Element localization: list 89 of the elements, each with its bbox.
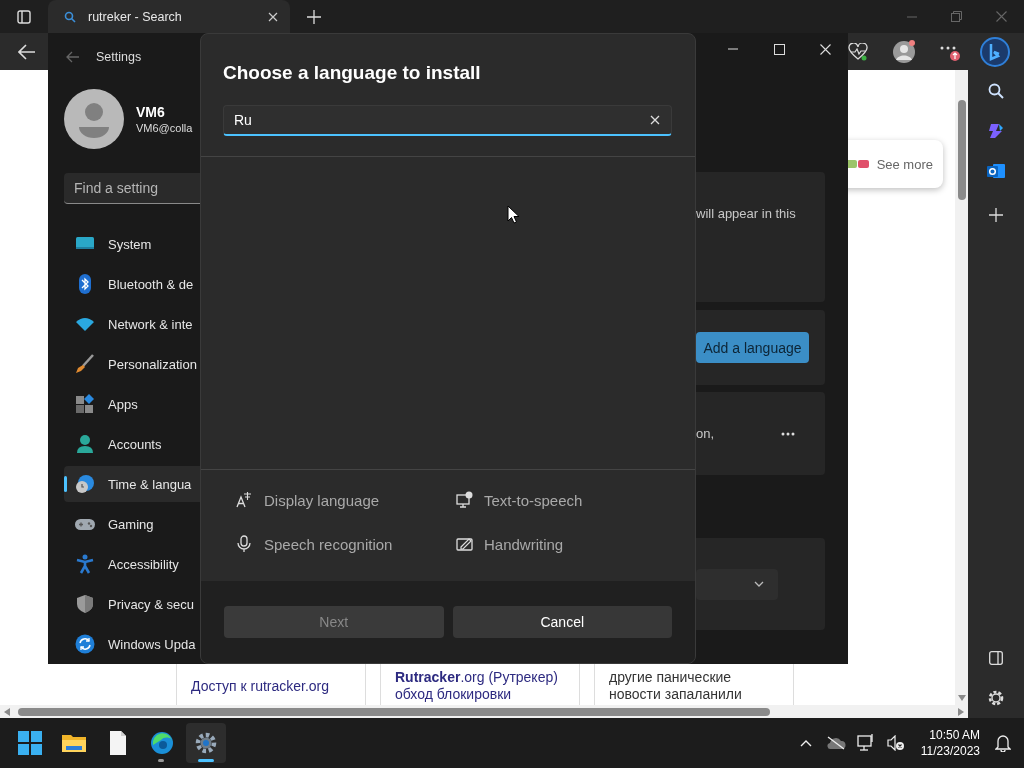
- nav-item[interactable]: Gaming: [64, 506, 200, 542]
- brush-icon: [75, 354, 95, 374]
- nav-item[interactable]: Bluetooth & de: [64, 266, 200, 302]
- search-icon: [64, 10, 76, 23]
- tabs-icon: [17, 9, 31, 24]
- browser-tab[interactable]: rutreker - Search: [48, 0, 290, 33]
- scrollbar-thumb[interactable]: [957, 100, 966, 200]
- search-icon: [988, 83, 1004, 99]
- microphone-icon: [236, 535, 253, 553]
- bell-icon: [995, 734, 1011, 752]
- user-email: VM6@colla: [136, 122, 193, 134]
- horizontal-scrollbar[interactable]: [0, 705, 968, 718]
- browser-icon: [150, 731, 174, 755]
- more-icon: [781, 431, 795, 436]
- secondary-button[interactable]: Cancel: [452, 606, 672, 638]
- chevron-up-icon: [799, 739, 812, 747]
- maximize-icon: [773, 43, 785, 55]
- feature-label: Display language: [264, 491, 380, 509]
- chevron-down-icon: [754, 581, 764, 587]
- nav-item[interactable]: System: [64, 226, 200, 262]
- taskbar-app-button[interactable]: [186, 723, 226, 763]
- close-icon[interactable]: [268, 11, 278, 22]
- clock-button[interactable]: 10:50 AM 11/23/2023: [910, 723, 988, 763]
- scroll-left-icon[interactable]: [4, 707, 10, 716]
- nav-item[interactable]: Time & langua: [64, 466, 200, 502]
- result-link[interactable]: Rutracker.org (Рутрекер): [395, 669, 579, 686]
- feature-label: Text-to-speech: [484, 491, 583, 509]
- add-language-button[interactable]: Add a language: [696, 332, 809, 363]
- clear-icon[interactable]: [650, 115, 660, 125]
- nav-item[interactable]: Windows Upda: [64, 626, 200, 662]
- nav-item[interactable]: Personalization: [64, 346, 200, 382]
- pen-icon: [456, 535, 473, 553]
- restore-icon: [951, 11, 962, 22]
- scrollbar-thumb[interactable]: [18, 707, 770, 716]
- close-icon: [996, 11, 1007, 22]
- heartbeat-icon: [848, 42, 868, 61]
- gear-icon: [194, 731, 218, 755]
- dialog-title: Choose a language to install: [223, 62, 482, 84]
- globe-clock-icon: [75, 474, 95, 494]
- result-link[interactable]: новости запаланили: [609, 686, 793, 703]
- speaker-muted-icon: [886, 735, 905, 751]
- windows-logo-icon: [18, 731, 42, 755]
- result-link[interactable]: другие панические: [609, 669, 793, 686]
- text-language-icon: [236, 491, 253, 509]
- result-link[interactable]: обход блокировки: [395, 686, 579, 703]
- back-arrow-icon: [18, 43, 36, 60]
- nav-item[interactable]: Apps: [64, 386, 200, 422]
- copilot-button[interactable]: [980, 34, 1010, 69]
- avatar-icon: [892, 39, 916, 64]
- refresh-icon: [75, 634, 95, 654]
- user-name: VM6: [136, 104, 166, 120]
- vertical-scrollbar[interactable]: [955, 70, 968, 705]
- description-text: on,: [696, 426, 715, 441]
- scroll-down-icon[interactable]: [957, 695, 966, 701]
- description-text: will appear in this: [696, 206, 796, 223]
- shield-icon: [75, 594, 95, 614]
- result-link[interactable]: Доступ к rutracker.org: [191, 678, 365, 695]
- feature-label: Speech recognition: [264, 535, 393, 553]
- clock-date: 11/23/2023: [920, 743, 980, 759]
- minimize-icon: [906, 15, 917, 18]
- nav-item[interactable]: Network & inte: [64, 306, 200, 342]
- avatar-icon: [64, 89, 124, 149]
- nav-item[interactable]: Accessibility: [64, 546, 200, 582]
- accessibility-icon: [75, 554, 95, 574]
- person-icon: [75, 434, 95, 454]
- close-icon: [819, 43, 831, 55]
- plus-icon: [307, 9, 321, 24]
- tab-title: rutreker - Search: [88, 9, 183, 24]
- plus-icon: [989, 208, 1003, 222]
- monitor-speech-icon: [456, 491, 473, 509]
- search-field[interactable]: Ru: [223, 105, 672, 136]
- feature-label: Handwriting: [484, 535, 564, 553]
- mail-app-icon: [987, 162, 1005, 180]
- see-more-link[interactable]: See more: [876, 156, 933, 172]
- nav-item[interactable]: Privacy & secu: [64, 586, 200, 622]
- mouse-pointer-icon: [507, 205, 519, 224]
- search-field[interactable]: Find a setting: [64, 173, 200, 204]
- b-logo-icon: [980, 36, 1010, 67]
- apps-icon: [75, 394, 95, 414]
- cloud-off-icon: [825, 736, 846, 750]
- window-title: Settings: [96, 50, 142, 64]
- panel-icon: [989, 651, 1003, 665]
- minimize-icon: [728, 48, 738, 50]
- clock-time: 10:50 AM: [929, 727, 980, 743]
- nav-item[interactable]: Accounts: [64, 426, 200, 462]
- scroll-right-icon[interactable]: [958, 707, 964, 716]
- settings-icon: [987, 689, 1005, 707]
- back-arrow-icon[interactable]: [66, 51, 80, 63]
- network-icon: [856, 734, 875, 752]
